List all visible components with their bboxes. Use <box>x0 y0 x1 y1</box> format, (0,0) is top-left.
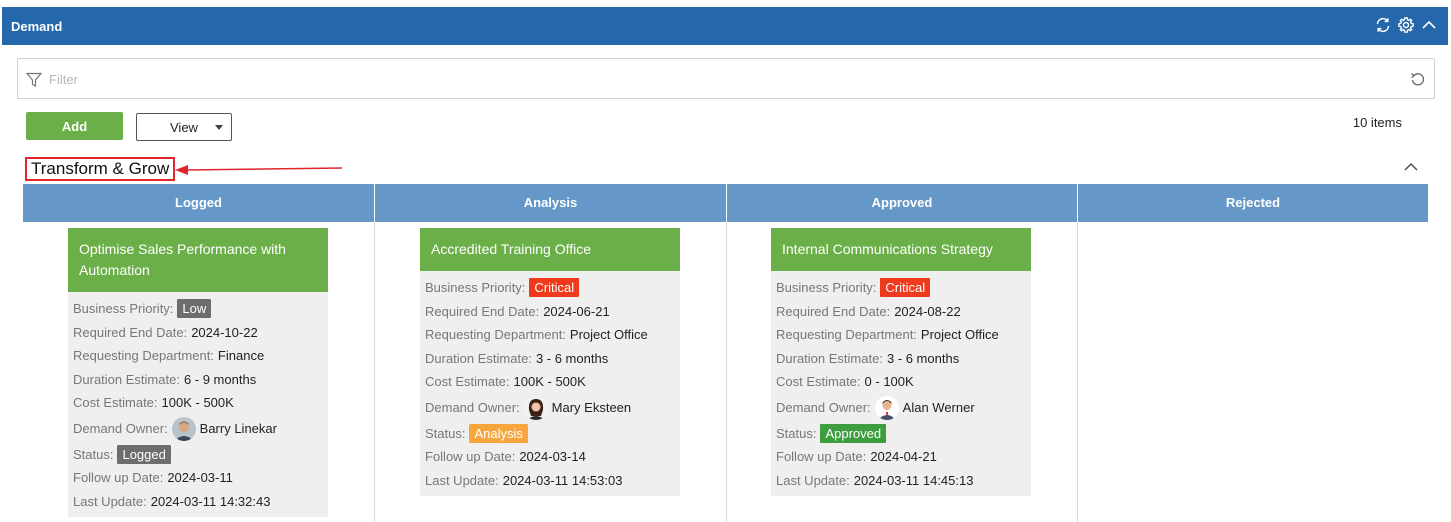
priority-badge: Critical <box>880 278 931 298</box>
caret-down-icon <box>215 125 223 130</box>
status-badge: Analysis <box>469 423 528 443</box>
status-label: Status: <box>425 425 466 441</box>
column-rejected: Rejected <box>1077 184 1428 522</box>
end-date-label: Required End Date: <box>425 303 540 319</box>
last-update-label: Last Update: <box>776 472 850 488</box>
owner-label: Demand Owner: <box>425 400 520 415</box>
duration-value: 6 - 9 months <box>183 371 257 387</box>
column-header-rejected: Rejected <box>1077 184 1428 222</box>
add-button[interactable]: Add <box>26 112 123 140</box>
demand-card[interactable]: Accredited Training Office Business Prio… <box>420 228 680 496</box>
owner-value: Alan Werner <box>902 400 975 415</box>
annotation-arrow <box>175 165 343 175</box>
end-date-label: Required End Date: <box>776 303 891 319</box>
card-title[interactable]: Accredited Training Office <box>420 228 680 271</box>
group-collapse-icon[interactable] <box>1402 160 1420 174</box>
priority-label: Business Priority: <box>425 280 526 296</box>
duration-label: Duration Estimate: <box>425 350 532 366</box>
end-date-value: 2024-10-22 <box>191 324 258 340</box>
header-actions <box>1374 16 1438 34</box>
status-label: Status: <box>776 425 817 441</box>
avatar <box>171 416 196 441</box>
follow-up-value: 2024-03-14 <box>519 449 586 465</box>
priority-label: Business Priority: <box>776 280 877 296</box>
gear-icon[interactable] <box>1397 16 1415 34</box>
duration-value: 3 - 6 months <box>886 350 960 366</box>
cost-value: 100K - 500K <box>513 374 586 390</box>
owner-label: Demand Owner: <box>73 421 168 436</box>
last-update-value: 2024-03-11 14:32:43 <box>150 493 271 509</box>
priority-label: Business Priority: <box>73 301 174 317</box>
last-update-label: Last Update: <box>73 493 147 509</box>
last-update-value: 2024-03-11 14:53:03 <box>502 472 623 488</box>
filter-funnel-icon <box>25 72 43 88</box>
end-date-value: 2024-08-22 <box>894 303 961 319</box>
column-header-approved: Approved <box>726 184 1077 222</box>
last-update-label: Last Update: <box>425 472 499 488</box>
group-title: Transform & Grow <box>25 157 176 181</box>
owner-label: Demand Owner: <box>776 400 871 415</box>
filter-input[interactable] <box>47 69 1387 89</box>
view-dropdown[interactable]: View <box>136 113 232 141</box>
follow-up-value: 2024-03-11 <box>167 470 233 486</box>
widget-title: Demand <box>11 19 63 34</box>
status-badge: Approved <box>820 423 887 443</box>
department-label: Requesting Department: <box>776 327 917 343</box>
department-label: Requesting Department: <box>73 348 214 364</box>
column-logged: Logged Optimise Sales Performance with A… <box>23 184 374 522</box>
end-date-label: Required End Date: <box>73 324 188 340</box>
cost-label: Cost Estimate: <box>73 395 158 411</box>
items-count: 10 items <box>1352 115 1402 130</box>
chevron-up-icon[interactable] <box>1420 16 1438 34</box>
last-update-value: 2024-03-11 14:45:13 <box>853 472 974 488</box>
duration-label: Duration Estimate: <box>73 371 180 387</box>
follow-up-label: Follow up Date: <box>776 449 867 465</box>
department-label: Requesting Department: <box>425 327 566 343</box>
kanban-board: Logged Optimise Sales Performance with A… <box>23 184 1428 522</box>
follow-up-label: Follow up Date: <box>73 470 164 486</box>
priority-badge: Critical <box>529 278 580 298</box>
view-dropdown-label: View <box>170 119 198 135</box>
follow-up-value: 2024-04-21 <box>870 449 937 465</box>
refresh-icon[interactable] <box>1374 16 1392 34</box>
column-header-logged: Logged <box>23 184 374 222</box>
priority-badge: Low <box>177 299 212 319</box>
owner-value: Barry Linekar <box>199 421 277 436</box>
department-value: Finance <box>217 348 265 364</box>
owner-value: Mary Eksteen <box>551 400 632 415</box>
demand-card[interactable]: Optimise Sales Performance with Automati… <box>68 228 328 517</box>
avatar <box>874 395 899 420</box>
duration-label: Duration Estimate: <box>776 350 883 366</box>
status-badge: Logged <box>117 444 171 464</box>
filter-bar <box>17 58 1435 99</box>
end-date-value: 2024-06-21 <box>543 303 610 319</box>
status-label: Status: <box>73 446 114 462</box>
department-value: Project Office <box>920 327 999 343</box>
column-analysis: Analysis Accredited Training Office Busi… <box>374 184 726 522</box>
cost-value: 0 - 100K <box>864 374 914 390</box>
cost-value: 100K - 500K <box>161 395 234 411</box>
reset-icon[interactable] <box>1409 71 1426 88</box>
demand-card[interactable]: Internal Communications Strategy Busines… <box>771 228 1031 496</box>
department-value: Project Office <box>569 327 648 343</box>
duration-value: 3 - 6 months <box>535 350 609 366</box>
widget-header: Demand <box>2 7 1448 45</box>
column-header-analysis: Analysis <box>374 184 726 222</box>
avatar <box>523 395 548 420</box>
card-title[interactable]: Internal Communications Strategy <box>771 228 1031 271</box>
column-approved: Approved Internal Communications Strateg… <box>726 184 1077 522</box>
follow-up-label: Follow up Date: <box>425 449 516 465</box>
cost-label: Cost Estimate: <box>776 374 861 390</box>
cost-label: Cost Estimate: <box>425 374 510 390</box>
card-title[interactable]: Optimise Sales Performance with Automati… <box>68 228 328 292</box>
